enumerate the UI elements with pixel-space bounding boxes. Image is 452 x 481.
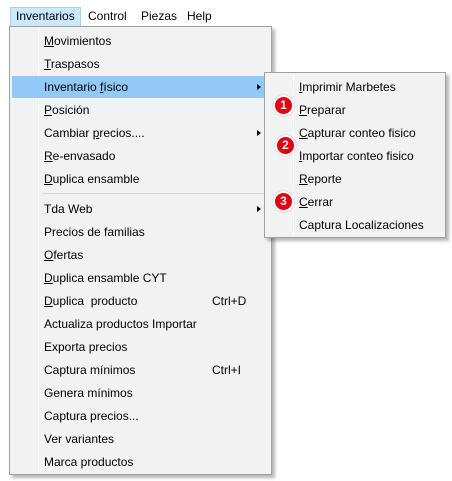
item-label: Actualiza productos Importar	[44, 317, 197, 331]
menu-item-duplica-ensamble[interactable]: Duplica ensamble	[12, 168, 269, 190]
item-label: uplica producto	[52, 294, 138, 308]
menu-item-duplica-ensamble-cyt[interactable]: Duplica ensamble CYT	[12, 267, 269, 289]
item-label: uplica ensamble	[52, 172, 140, 186]
item-label: uplica ensamble CYT	[52, 271, 167, 285]
menu-item-actualiza-productos[interactable]: Actualiza productos Importar	[12, 313, 269, 335]
mnemonic: R	[299, 172, 308, 186]
menu-item-re-envasado[interactable]: Re-envasado	[12, 145, 269, 167]
item-label: raspasos	[50, 57, 100, 71]
submenu-arrow-icon	[257, 130, 261, 136]
menu-bar: Inventarios Control Piezas Help	[0, 0, 452, 26]
menubar-help[interactable]: Help	[182, 7, 217, 26]
menu-item-genera-minimos[interactable]: Genera mínimos	[12, 382, 269, 404]
item-label: mportar conteo fisico	[302, 149, 414, 163]
menu-item-inventario-fisico[interactable]: Inventario físico	[12, 76, 269, 98]
shortcut-label: Ctrl+D	[212, 294, 247, 308]
menu-item-captura-minimos[interactable]: Captura mínimos Ctrl+I	[12, 359, 269, 381]
mnemonic: C	[299, 126, 308, 140]
item-label: e-envasado	[52, 149, 116, 163]
menu-item-captura-precios[interactable]: Captura precios...	[12, 405, 269, 427]
item-label: Genera mínimos	[44, 386, 133, 400]
item-label: ísico	[103, 80, 129, 94]
item-label: Cambiar	[44, 126, 93, 140]
menubar-piezas[interactable]: Piezas	[136, 7, 182, 26]
item-label: Captura mínimos	[44, 363, 136, 377]
inventarios-menu: Movimientos Traspasos Inventario físico …	[9, 26, 272, 475]
menu-item-traspasos[interactable]: Traspasos	[12, 53, 269, 75]
menu-item-duplica-producto[interactable]: Duplica producto Ctrl+D	[12, 290, 269, 312]
item-label: apturar conteo fisico	[307, 126, 416, 140]
inventario-fisico-submenu: Imprimir Marbetes Preparar Capturar cont…	[264, 72, 446, 238]
menu-item-movimientos[interactable]: Movimientos	[12, 30, 269, 52]
item-label: mprimir Marbetes	[302, 80, 396, 94]
menu-item-posicion[interactable]: Posición	[12, 99, 269, 121]
mnemonic: P	[44, 103, 53, 117]
menu-item-tda-web[interactable]: Tda Web	[12, 198, 269, 220]
menu-item-ver-variantes[interactable]: Ver variantes	[12, 428, 269, 450]
menu-item-precios-familias[interactable]: Precios de familias	[12, 221, 269, 243]
item-label: osición	[52, 103, 90, 117]
mnemonic: P	[299, 103, 308, 117]
item-label: Exporta precios	[44, 340, 128, 354]
menu-item-ofertas[interactable]: Ofertas	[12, 244, 269, 266]
menu-separator	[42, 193, 269, 194]
submenu-item-reporte[interactable]: Reporte	[267, 168, 443, 190]
item-label: Marca productos	[44, 455, 134, 469]
item-label: Ver variantes	[44, 432, 115, 446]
item-label: errar	[307, 195, 334, 209]
item-label: reparar	[307, 103, 346, 117]
menubar-inventarios[interactable]: Inventarios	[10, 7, 81, 26]
menu-item-exporta-precios[interactable]: Exporta precios	[12, 336, 269, 358]
menu-item-cambiar-precios[interactable]: Cambiar precios....	[12, 122, 269, 144]
mnemonic: R	[44, 149, 53, 163]
submenu-item-captura-localizaciones[interactable]: Captura Localizaciones	[267, 214, 443, 236]
shortcut-label: Ctrl+I	[212, 363, 242, 377]
mnemonic: C	[299, 195, 308, 209]
item-label: Inventario	[44, 80, 101, 94]
mnemonic: T	[44, 57, 51, 71]
submenu-arrow-icon	[257, 206, 261, 212]
mnemonic: D	[44, 172, 53, 186]
step-badge-2: 2	[275, 135, 296, 156]
menubar-control[interactable]: Control	[83, 7, 132, 26]
item-label: fertas	[53, 248, 84, 262]
submenu-arrow-icon	[257, 84, 261, 90]
item-label: Captura Localizaciones	[299, 218, 424, 232]
item-label: eporte	[307, 172, 342, 186]
item-label: Precios de familias	[44, 225, 145, 239]
mnemonic: D	[44, 294, 53, 308]
step-badge-3: 3	[273, 191, 294, 212]
item-label: Captura precios...	[44, 409, 139, 423]
submenu-item-imprimir-marbetes[interactable]: Imprimir Marbetes	[267, 76, 443, 98]
menu-item-marca-productos[interactable]: Marca productos	[12, 451, 269, 473]
item-label: Tda Web	[44, 202, 93, 216]
mnemonic: D	[44, 271, 53, 285]
mnemonic: M	[44, 34, 54, 48]
mnemonic: O	[44, 248, 54, 262]
item-label: recios....	[99, 126, 145, 140]
step-badge-1: 1	[273, 95, 294, 116]
item-label: ovimientos	[54, 34, 112, 48]
